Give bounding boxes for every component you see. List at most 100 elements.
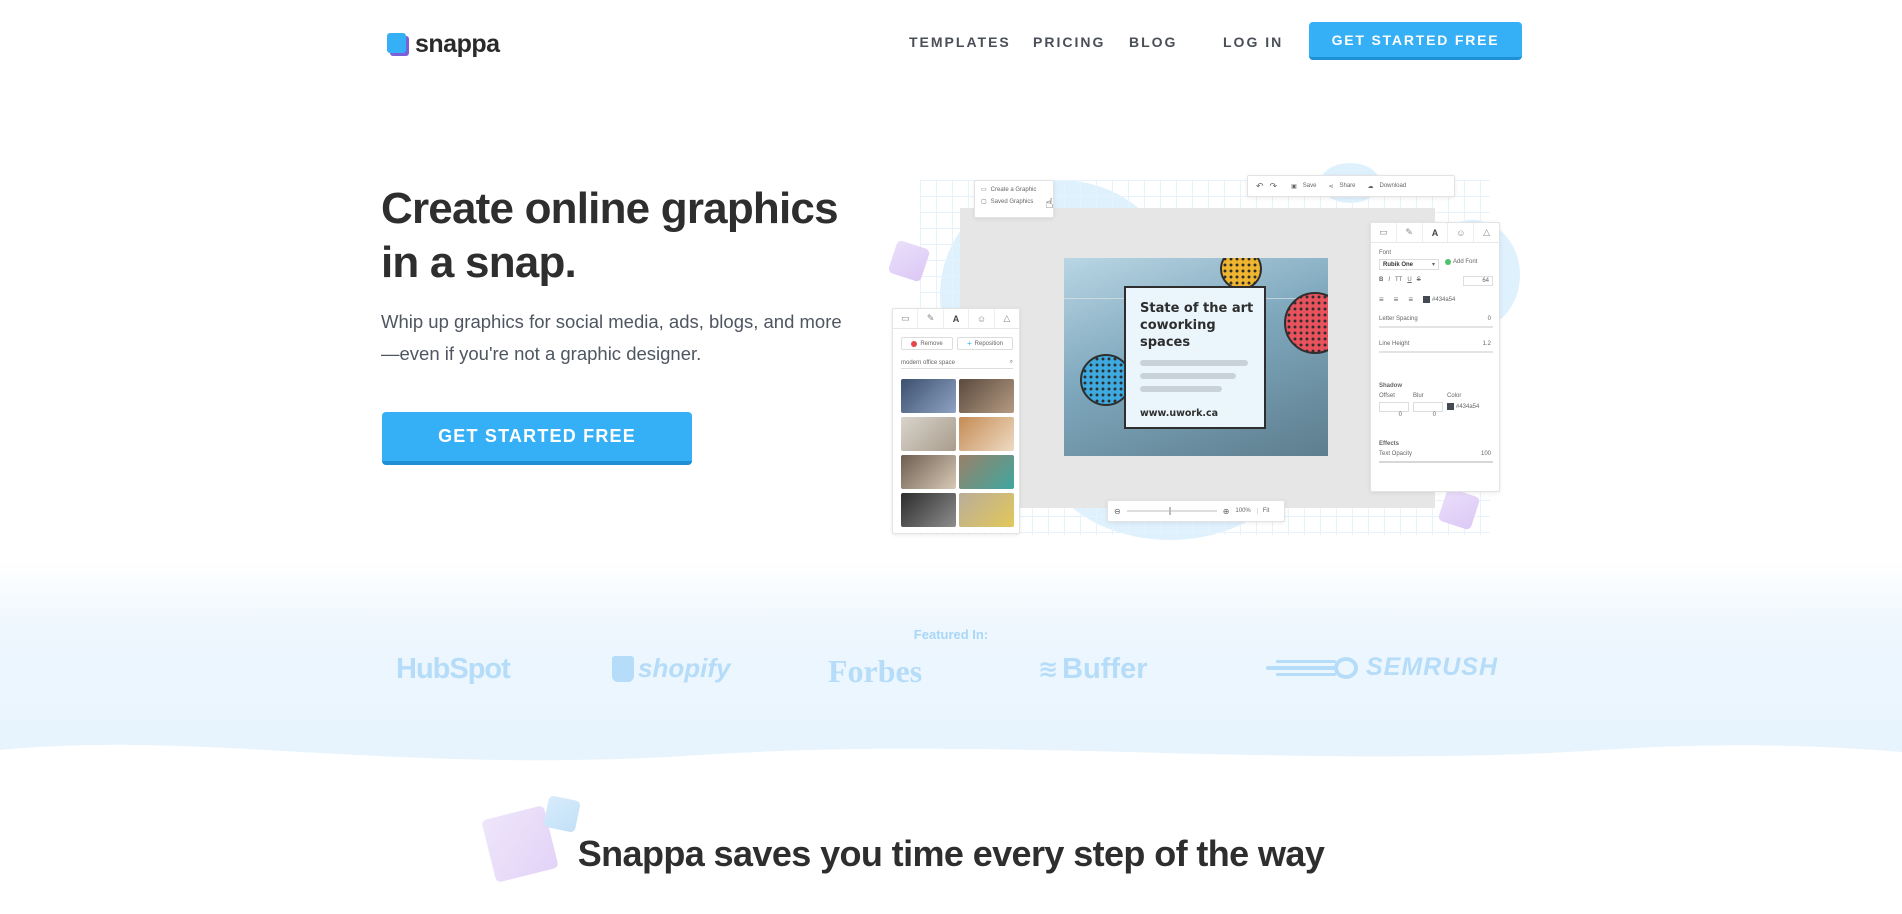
font-size-input[interactable]: 64 (1463, 276, 1493, 286)
nav-link-login[interactable]: LOG IN (1223, 34, 1283, 50)
shadow-offset-input[interactable]: 0 (1379, 402, 1409, 418)
save-button[interactable]: Save (1303, 183, 1317, 189)
panel-tabs: ▭ ✎ A ☺ △ (893, 309, 1019, 329)
save-icon: ▣ (1291, 183, 1297, 190)
emoji-tab-icon[interactable]: ☺ (969, 309, 995, 328)
search-value: modern office space (901, 359, 955, 366)
brand-semrush[interactable]: SEMRUSH (1266, 653, 1498, 682)
nav-link-templates[interactable]: TEMPLATES (909, 34, 1011, 50)
remove-icon (911, 340, 918, 347)
reposition-button[interactable]: + Reposition (957, 337, 1013, 350)
brand-shopify[interactable]: shopify (612, 653, 730, 684)
zoom-slider-handle[interactable] (1168, 507, 1171, 515)
italic-icon[interactable]: I (1388, 277, 1390, 283)
zoom-out-icon[interactable]: ⊖ (1114, 507, 1121, 516)
redo-icon[interactable]: ↷ (1270, 181, 1278, 192)
menu-item-label: Saved Graphics (990, 198, 1034, 205)
cloud-download-icon: ☁ (1367, 183, 1374, 190)
brand-buffer[interactable]: ≋ Buffer (1038, 653, 1148, 686)
nav-link-pricing[interactable]: PRICING (1033, 34, 1105, 50)
remove-button[interactable]: Remove (901, 337, 953, 350)
photo-thumbnail[interactable] (959, 493, 1014, 527)
photo-thumbnail[interactable] (959, 417, 1014, 451)
font-value: Rubik One (1383, 261, 1414, 268)
photo-thumbnail[interactable] (901, 379, 956, 413)
color-swatch[interactable] (1423, 296, 1431, 303)
menu-item-create-graphic[interactable]: ▭ Create a Graphic (975, 181, 1053, 195)
shape-tab-icon[interactable]: △ (995, 309, 1019, 328)
brand-forbes[interactable]: Forbes (828, 653, 922, 690)
design-artwork[interactable]: State of the art coworking spaces www.uw… (1064, 258, 1328, 456)
shadow-color-swatch (1447, 403, 1454, 410)
uppercase-icon[interactable]: TT (1395, 277, 1402, 283)
decorative-square (543, 795, 581, 833)
photo-search-input[interactable]: modern office space ⌕ (901, 357, 1013, 369)
undo-icon[interactable]: ↶ (1256, 181, 1264, 192)
line-height-value: 1.2 (1482, 341, 1491, 347)
offset-value: 0 (1398, 412, 1402, 418)
add-font-button[interactable]: Add Font (1445, 259, 1477, 265)
wrench-tab-icon[interactable]: ✎ (918, 309, 944, 328)
artwork-url: www.uwork.ca (1140, 408, 1219, 419)
photo-thumbnail[interactable] (901, 417, 956, 451)
zoom-in-icon[interactable]: ⊕ (1223, 507, 1230, 516)
menu-item-label: Create a Graphic (990, 186, 1037, 193)
photo-thumbnail[interactable] (901, 493, 956, 527)
semrush-flame-icon (1266, 656, 1362, 679)
photo-thumbnail[interactable] (901, 455, 956, 489)
logo[interactable]: snappa (387, 30, 500, 59)
font-label: Font (1379, 250, 1392, 256)
brand-hubspot[interactable]: HubSpot (396, 653, 511, 686)
image-tab-icon[interactable]: ▭ (893, 309, 919, 328)
hand-cursor-icon: ☝ (1045, 195, 1054, 211)
nav-get-started-button[interactable]: GET STARTED FREE (1309, 22, 1522, 60)
strikethrough-icon[interactable]: S (1417, 277, 1421, 283)
zoom-slider[interactable] (1126, 507, 1217, 515)
chevron-down-icon: ▾ (1431, 262, 1435, 268)
align-center-icon[interactable]: ≡ (1394, 295, 1399, 304)
font-select[interactable]: Rubik One ▾ (1379, 259, 1439, 270)
align-left-icon[interactable]: ≡ (1379, 295, 1384, 304)
add-icon (1445, 259, 1451, 265)
buffer-stack-icon: ≋ (1038, 656, 1059, 683)
download-button[interactable]: Download (1380, 183, 1407, 189)
hero-subtitle: Whip up graphics for social media, ads, … (381, 311, 842, 364)
photos-panel: ▭ ✎ A ☺ △ Remove + Reposition modern off… (892, 308, 1020, 534)
shadow-label: Shadow (1379, 383, 1403, 389)
image-tab-icon[interactable]: ▭ (1371, 223, 1397, 242)
text-style-buttons: B I TT U S (1379, 277, 1421, 283)
text-tab-icon[interactable]: A (1422, 223, 1449, 242)
underline-icon[interactable]: U (1407, 277, 1411, 283)
hero-get-started-button[interactable]: GET STARTED FREE (382, 412, 692, 465)
zoom-fit-button[interactable]: Fit (1256, 508, 1269, 514)
offset-label: Offset (1379, 393, 1395, 399)
text-opacity-slider[interactable] (1379, 461, 1493, 463)
photo-thumbnail[interactable] (959, 455, 1014, 489)
nav-link-blog[interactable]: BLOG (1129, 34, 1177, 50)
reposition-label: Reposition (974, 340, 1004, 347)
shopping-bag-icon (612, 655, 634, 682)
section-title: Snappa saves you time every step of the … (577, 833, 1325, 874)
shadow-blur-input[interactable]: 0 (1413, 402, 1443, 418)
shadow-color-picker[interactable]: #434a54 (1447, 403, 1479, 410)
artwork-title[interactable]: State of the art coworking spaces (1140, 300, 1260, 351)
create-menu: ▭ Create a Graphic ▢ Saved Graphics ☝ (974, 180, 1054, 218)
search-icon[interactable]: ⌕ (1010, 359, 1013, 366)
red-circle (1284, 292, 1328, 354)
line-height-slider[interactable] (1379, 351, 1493, 353)
text-tab-icon[interactable]: A (944, 309, 970, 328)
text-properties-panel: ▭ ✎ A ☺ △ Font Rubik One ▾ Add Font B I … (1370, 222, 1500, 492)
wrench-tab-icon[interactable]: ✎ (1397, 223, 1423, 242)
letter-spacing-value: 0 (1487, 316, 1491, 322)
menu-item-saved-graphics[interactable]: ▢ Saved Graphics (975, 195, 1053, 208)
emoji-tab-icon[interactable]: ☺ (1448, 223, 1475, 242)
shape-tab-icon[interactable]: △ (1474, 223, 1499, 242)
letter-spacing-slider[interactable] (1379, 326, 1493, 328)
logo-text: snappa (415, 30, 500, 58)
align-right-icon[interactable]: ≡ (1408, 295, 1413, 304)
text-card[interactable]: State of the art coworking spaces www.uw… (1124, 286, 1266, 429)
share-button[interactable]: Share (1339, 183, 1355, 189)
text-placeholder-line (1140, 386, 1222, 392)
bold-icon[interactable]: B (1379, 277, 1383, 283)
photo-thumbnail[interactable] (959, 379, 1014, 413)
